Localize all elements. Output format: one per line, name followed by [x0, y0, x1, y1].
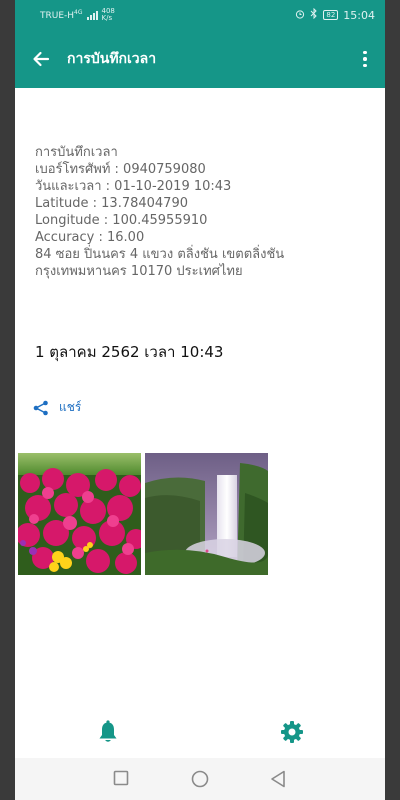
- triangle-back-icon: [271, 770, 285, 788]
- nav-recents-button[interactable]: [113, 770, 129, 790]
- share-icon: [33, 400, 48, 415]
- back-button[interactable]: [15, 30, 67, 88]
- latitude: Latitude : 13.78404790: [35, 196, 188, 211]
- speed-unit: K/s: [101, 14, 113, 22]
- circle-icon: [191, 770, 209, 788]
- date-display: 1 ตุลาคม 2562 เวลา 10:43: [35, 343, 224, 361]
- notifications-button[interactable]: [97, 720, 119, 748]
- network-speed: 408 K/s: [102, 8, 116, 22]
- battery-icon: 82: [323, 10, 339, 20]
- signal-icon: [86, 10, 98, 20]
- status-right: 82 15:04: [295, 7, 375, 22]
- more-vert-icon: [363, 50, 367, 55]
- more-options-button[interactable]: [345, 30, 385, 88]
- arrow-back-icon: [33, 51, 50, 67]
- record-datetime: วันและเวลา : 01-10-2019 10:43: [35, 179, 232, 194]
- alarm-icon: [295, 9, 305, 22]
- settings-button[interactable]: [280, 720, 304, 748]
- status-left: TRUE-H4G 408 K/s: [40, 8, 116, 22]
- main-content: การบันทึกเวลา เบอร์โทรศัพท์ : 0940759080…: [15, 88, 385, 758]
- address-line-2: กรุงเทพมหานคร 10170 ประเทศไทย: [35, 264, 243, 279]
- network-type-badge: 4G: [74, 9, 83, 16]
- status-time: 15:04: [343, 8, 375, 22]
- nav-back-button[interactable]: [270, 770, 286, 792]
- bluetooth-icon: [310, 7, 318, 22]
- photo-flowers[interactable]: [18, 453, 141, 575]
- phone-screen: TRUE-H4G 408 K/s 82 15:04 การบันทึกเวลา: [0, 0, 400, 800]
- bell-icon: [99, 720, 117, 742]
- longitude: Longitude : 100.45955910: [35, 213, 208, 228]
- page-title: การบันทึกเวลา: [67, 51, 157, 67]
- gear-icon: [281, 721, 303, 743]
- system-nav-bar: [15, 758, 385, 800]
- carrier-label: TRUE-H4G: [40, 9, 83, 21]
- accuracy: Accuracy : 16.00: [35, 230, 145, 245]
- app-bar: การบันทึกเวลา: [15, 30, 385, 88]
- address-line-1: 84 ซอย ปิ่นนคร 4 แขวง ตลิ่งชัน เขตตลิ่งช…: [35, 247, 285, 262]
- photo-waterfall[interactable]: [145, 453, 268, 575]
- share-label: แชร์: [59, 400, 82, 414]
- record-heading: การบันทึกเวลา: [35, 145, 118, 160]
- bottom-bar: [15, 708, 385, 758]
- phone-number: เบอร์โทรศัพท์ : 0940759080: [35, 162, 206, 177]
- photo-gallery: [18, 453, 268, 575]
- share-button[interactable]: แชร์: [33, 398, 81, 417]
- square-icon: [113, 770, 129, 786]
- record-details: การบันทึกเวลา เบอร์โทรศัพท์ : 0940759080…: [35, 144, 284, 280]
- status-bar: TRUE-H4G 408 K/s 82 15:04: [15, 0, 385, 30]
- nav-home-button[interactable]: [191, 770, 209, 792]
